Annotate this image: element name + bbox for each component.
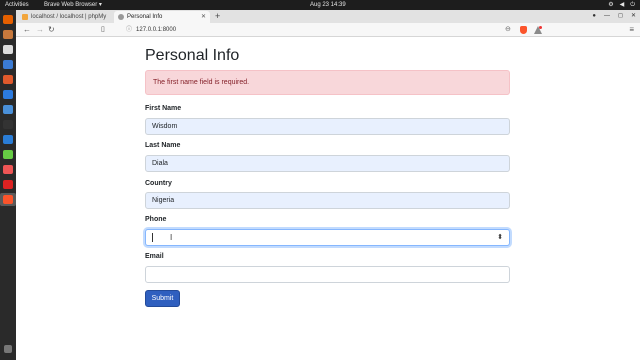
email-input[interactable]	[145, 266, 510, 283]
country-input[interactable]: Nigeria	[145, 192, 510, 209]
spinner-arrows-icon[interactable]: ⬍	[497, 230, 503, 245]
help-icon[interactable]	[3, 90, 13, 99]
phone-input[interactable]: I ⬍	[145, 229, 510, 246]
terminal-icon[interactable]	[3, 120, 13, 129]
browser-toolbar: ← → ↻ ▯ ⓘ 127.0.0.1:8000 ⊖ ≡	[16, 23, 640, 37]
phone-label: Phone	[145, 216, 167, 223]
chrome-icon[interactable]	[3, 105, 13, 114]
firefox-icon[interactable]	[3, 15, 13, 24]
window-controls: ● — ◻ ✕	[592, 11, 636, 22]
minimize-icon[interactable]: —	[604, 11, 610, 22]
page-title: Personal Info	[145, 47, 240, 64]
close-icon[interactable]: ✕	[201, 11, 206, 23]
tab-personal-info[interactable]: Personal Info ✕	[114, 11, 210, 23]
brave-rewards-icon[interactable]	[534, 26, 542, 34]
bookmark-icon[interactable]: ▯	[101, 23, 105, 37]
tab-label: localhost / localhost | phpMy	[31, 14, 107, 20]
software-icon[interactable]	[3, 75, 13, 84]
reload-button[interactable]: ↻	[48, 23, 55, 37]
clock[interactable]: Aug 23 14:39	[310, 0, 346, 10]
brave-icon	[3, 195, 13, 204]
back-button[interactable]: ←	[23, 23, 31, 37]
first-name-input[interactable]: Wisdom	[145, 118, 510, 135]
app-menu[interactable]: Brave Web Browser ▾	[44, 0, 102, 10]
app-icon[interactable]	[3, 165, 13, 174]
vscode-icon[interactable]	[3, 135, 13, 144]
system-tray[interactable]: ⚙ ◀ ⏻	[608, 0, 635, 10]
zoom-icon[interactable]: ⊖	[505, 23, 511, 37]
phpmyadmin-icon	[22, 14, 28, 20]
submit-button[interactable]: Submit	[145, 290, 180, 307]
app-icon[interactable]	[3, 150, 13, 159]
last-name-input[interactable]: Diala	[145, 155, 510, 172]
maximize-icon[interactable]: ◻	[618, 11, 623, 22]
power-icon: ⏻	[630, 2, 635, 8]
tab-label: Personal Info	[127, 14, 163, 20]
docs-icon[interactable]	[3, 45, 13, 54]
email-label: Email	[145, 253, 164, 260]
record-icon[interactable]: ●	[592, 11, 596, 22]
activities-button[interactable]: Activities	[5, 0, 29, 10]
text-caret	[152, 233, 153, 242]
info-icon[interactable]: ⓘ	[126, 27, 132, 33]
page-content: Personal Info The first name field is re…	[16, 38, 640, 360]
error-alert: The first name field is required.	[145, 70, 510, 95]
brave-shields-icon[interactable]	[520, 26, 527, 34]
opera-icon[interactable]	[3, 180, 13, 189]
gnome-top-bar: Activities Brave Web Browser ▾ Aug 23 14…	[0, 0, 640, 10]
files-icon[interactable]	[3, 30, 13, 39]
menu-icon[interactable]: ≡	[629, 23, 634, 37]
writer-icon[interactable]	[3, 60, 13, 69]
show-apps-icon[interactable]	[4, 345, 12, 353]
globe-icon	[118, 14, 124, 20]
address-bar[interactable]: ⓘ 127.0.0.1:8000	[126, 26, 176, 35]
tab-phpmyadmin[interactable]: localhost / localhost | phpMy	[18, 11, 113, 23]
country-label: Country	[145, 180, 172, 187]
first-name-label: First Name	[145, 105, 182, 112]
forward-button[interactable]: →	[36, 23, 44, 37]
volume-icon: ◀	[619, 2, 625, 8]
tab-bar: localhost / localhost | phpMy Personal I…	[16, 10, 640, 23]
new-tab-button[interactable]: +	[215, 11, 220, 22]
close-window-icon[interactable]: ✕	[631, 11, 636, 22]
dock	[0, 10, 16, 360]
last-name-label: Last Name	[145, 142, 181, 149]
url-text: 127.0.0.1:8000	[136, 27, 177, 33]
network-icon: ⚙	[608, 2, 614, 8]
ibeam-cursor-icon: I	[170, 233, 173, 242]
